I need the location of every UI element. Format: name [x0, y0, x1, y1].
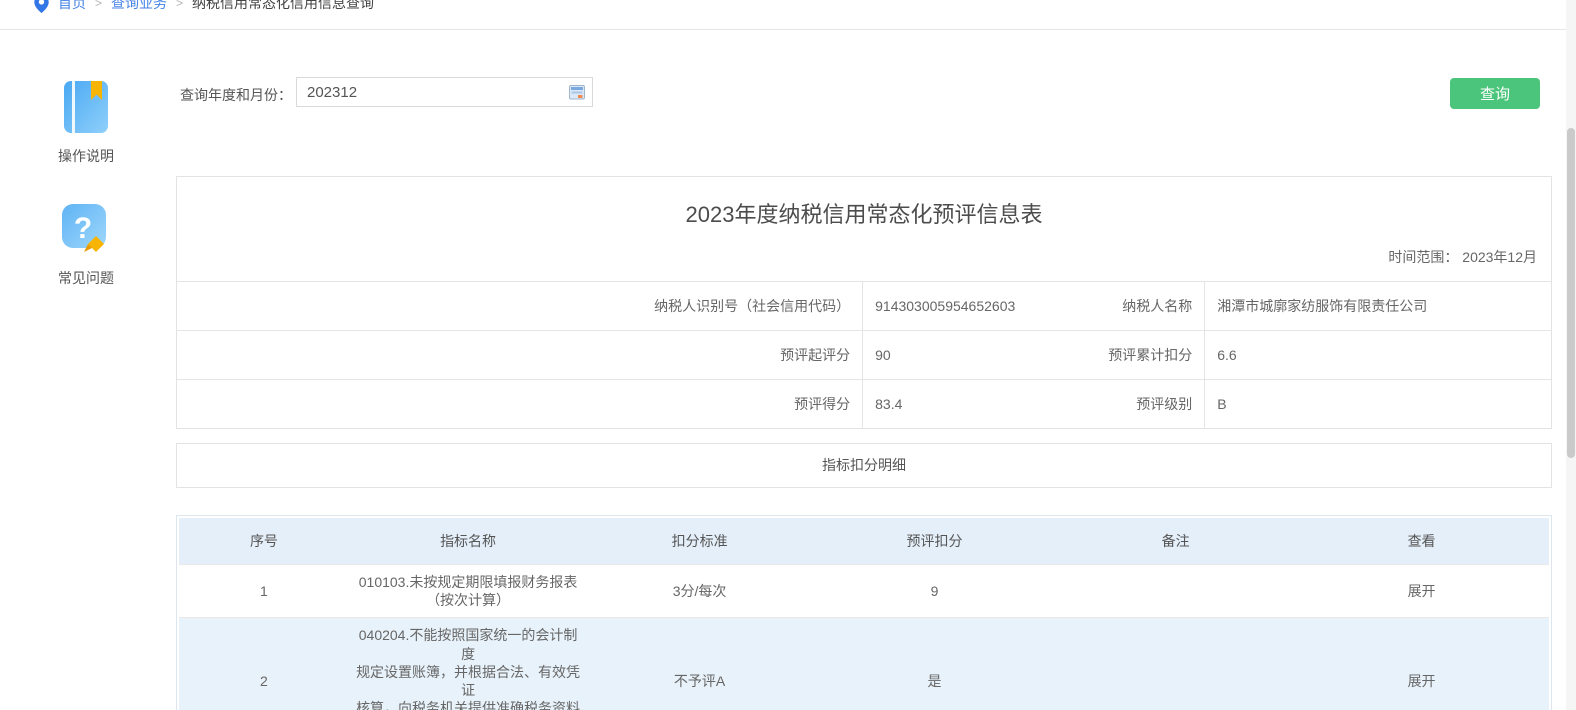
- deduction-detail-section-title: 指标扣分明细: [176, 443, 1552, 488]
- report-title: 2023年度纳税信用常态化预评信息表: [177, 197, 1551, 229]
- time-range: 时间范围： 2023年12月: [1388, 247, 1537, 267]
- deduction-detail-table: 序号 指标名称 扣分标准 预评扣分 备注 查看 1 010103.未按规定期限填…: [179, 518, 1549, 710]
- pre-eval-deduction-cell: 9: [812, 565, 1057, 618]
- breadcrumb-current-page: 纳税信用常态化信用信息查询: [192, 0, 374, 13]
- seq-cell: 2: [179, 618, 349, 710]
- sidebar-item-faq[interactable]: ? 常见问题: [58, 200, 114, 288]
- header-pre-eval-deduction: 预评扣分: [812, 518, 1057, 565]
- header-seq: 序号: [179, 518, 349, 565]
- expand-link[interactable]: 展开: [1408, 583, 1436, 599]
- table-row: 预评得分 83.4 预评级别 B: [177, 380, 1551, 429]
- start-score-value: 90: [863, 331, 1033, 380]
- remark-cell: [1057, 618, 1294, 710]
- pre-eval-deduction-cell: 是: [812, 618, 1057, 710]
- table-row: 预评起评分 90 预评累计扣分 6.6: [177, 331, 1551, 380]
- final-score-label: 预评得分: [177, 380, 863, 429]
- start-score-label: 预评起评分: [177, 331, 863, 380]
- location-pin-icon: [34, 0, 49, 13]
- report-panel-head: 2023年度纳税信用常态化预评信息表 时间范围： 2023年12月: [177, 177, 1551, 281]
- sidebar-item-label: 常见问题: [58, 268, 114, 288]
- time-range-label: 时间范围：: [1388, 249, 1458, 265]
- header-indicator-name: 指标名称: [349, 518, 587, 565]
- time-range-value: 2023年12月: [1462, 249, 1537, 265]
- table-header-row: 序号 指标名称 扣分标准 预评扣分 备注 查看: [179, 518, 1549, 565]
- breadcrumb-query-business-link[interactable]: 查询业务: [111, 0, 167, 13]
- sidebar-item-operation-guide[interactable]: 操作说明: [58, 80, 114, 166]
- vertical-scrollbar[interactable]: [1566, 0, 1576, 710]
- header-deduction-standard: 扣分标准: [587, 518, 812, 565]
- remark-cell: [1057, 565, 1294, 618]
- deduction-detail-panel: 序号 指标名称 扣分标准 预评扣分 备注 查看 1 010103.未按规定期限填…: [176, 515, 1552, 710]
- report-summary-table: 纳税人识别号（社会信用代码） 914303005954652603 纳税人名称 …: [177, 281, 1551, 428]
- total-deduction-label: 预评累计扣分: [1033, 331, 1205, 380]
- credit-level-label: 预评级别: [1033, 380, 1205, 429]
- total-deduction-value: 6.6: [1205, 331, 1551, 380]
- breadcrumb-home-link[interactable]: 首页: [58, 0, 86, 13]
- final-score-value: 83.4: [863, 380, 1033, 429]
- deduction-standard-cell: 3分/每次: [587, 565, 812, 618]
- breadcrumb: 首页 > 查询业务 > 纳税信用常态化信用信息查询: [34, 0, 374, 20]
- scrollbar-thumb[interactable]: [1567, 128, 1575, 458]
- book-icon: [60, 80, 112, 134]
- seq-cell: 1: [179, 565, 349, 618]
- query-button[interactable]: 查询: [1450, 78, 1540, 109]
- table-row: 2 040204.不能按照国家统一的会计制度 规定设置账簿，并根据合法、有效凭证…: [179, 618, 1549, 710]
- year-month-input[interactable]: [297, 78, 592, 106]
- taxpayer-name-value: 湘潭市城廓家纺服饰有限责任公司: [1205, 282, 1551, 331]
- header-view: 查看: [1294, 518, 1549, 565]
- table-row: 纳税人识别号（社会信用代码） 914303005954652603 纳税人名称 …: [177, 282, 1551, 331]
- expand-link[interactable]: 展开: [1408, 673, 1436, 689]
- sidebar-item-label: 操作说明: [58, 146, 114, 166]
- header-remark: 备注: [1057, 518, 1294, 565]
- indicator-name-cell: 040204.不能按照国家统一的会计制度 规定设置账簿，并根据合法、有效凭证 核…: [349, 618, 587, 710]
- report-panel: 2023年度纳税信用常态化预评信息表 时间范围： 2023年12月 纳税人识别号…: [176, 176, 1552, 429]
- indicator-name-cell: 010103.未按规定期限填报财务报表 （按次计算）: [349, 565, 587, 618]
- page: 首页 > 查询业务 > 纳税信用常态化信用信息查询 操作说明: [0, 0, 1576, 710]
- year-month-field: [296, 77, 593, 107]
- sidebar: 操作说明 ? 常见问题: [40, 80, 132, 288]
- calendar-icon[interactable]: [569, 85, 585, 100]
- breadcrumb-separator: >: [176, 0, 183, 10]
- table-row: 1 010103.未按规定期限填报财务报表 （按次计算） 3分/每次 9 展开: [179, 565, 1549, 618]
- breadcrumb-bar: 首页 > 查询业务 > 纳税信用常态化信用信息查询: [0, 0, 1576, 30]
- breadcrumb-separator: >: [95, 0, 102, 10]
- credit-level-value: B: [1205, 380, 1551, 429]
- deduction-standard-cell: 不予评A: [587, 618, 812, 710]
- taxpayer-id-label: 纳税人识别号（社会信用代码）: [177, 282, 863, 331]
- taxpayer-name-label: 纳税人名称: [1033, 282, 1205, 331]
- taxpayer-id-value: 914303005954652603: [863, 282, 1033, 331]
- svg-text:?: ?: [74, 212, 92, 245]
- query-period-label: 查询年度和月份：: [180, 85, 292, 105]
- question-icon: ?: [58, 200, 114, 256]
